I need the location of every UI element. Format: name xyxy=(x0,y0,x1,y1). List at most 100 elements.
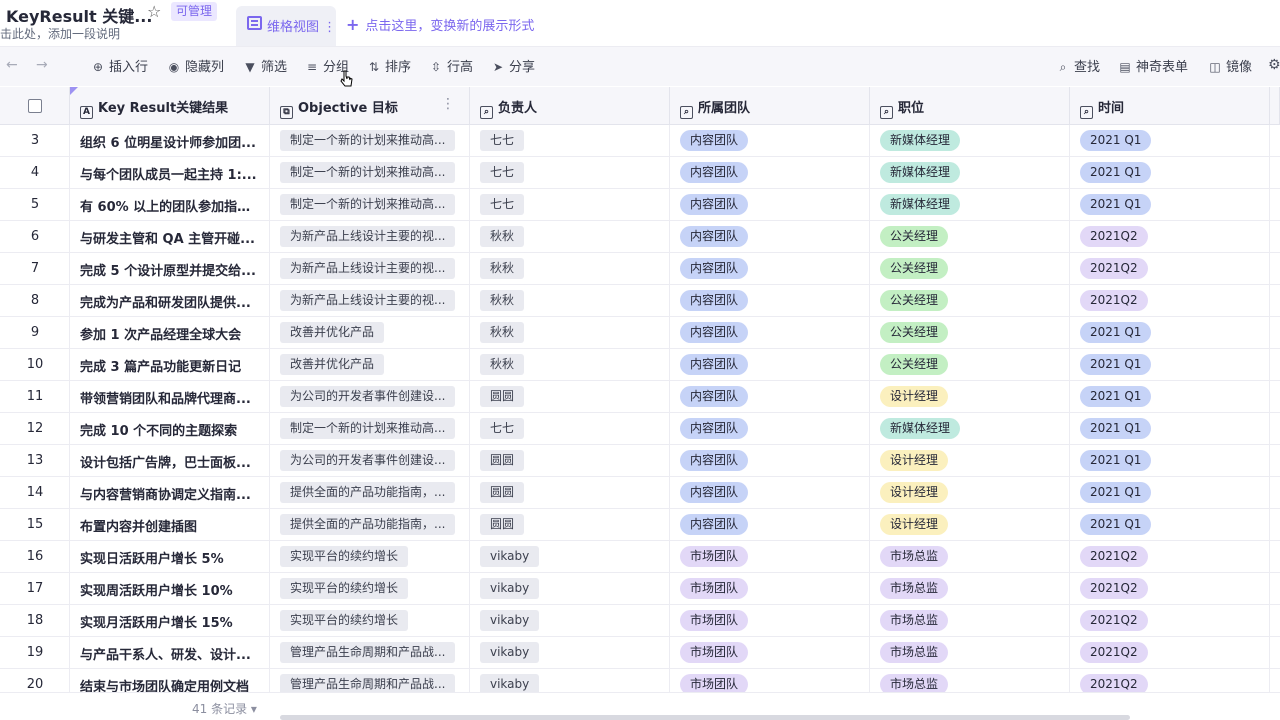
cell-kr[interactable]: 完成为产品和研发团队提供... xyxy=(70,285,270,316)
objective-link-tag[interactable]: 改善并优化产品 xyxy=(280,354,385,375)
cell-objective[interactable]: 制定一个新的计划来推动高... xyxy=(270,157,470,188)
table-row[interactable]: 17 实现周活跃用户增长 10% 实现平台的续约增长 vikaby 市场团队 市场总监 20… xyxy=(0,573,1280,605)
cell-objective[interactable]: 改善并优化产品 xyxy=(270,317,470,348)
add-view-button[interactable]: + 点击这里，变换新的展示形式 xyxy=(346,15,534,34)
cell-owner[interactable]: 秋秋 xyxy=(470,285,670,316)
cell-position[interactable]: 新媒体经理 xyxy=(870,125,1070,156)
sheet-description[interactable]: 击此处，添加一段说明 xyxy=(0,25,120,42)
cell-time[interactable]: 2021Q2 xyxy=(1070,541,1270,572)
cell-owner[interactable]: 圆圆 xyxy=(470,445,670,476)
objective-link-tag[interactable]: 提供全面的产品功能指南，... xyxy=(280,482,456,503)
cell-objective[interactable]: 为新产品上线设计主要的视... xyxy=(270,253,470,284)
cell-position[interactable]: 设计经理 xyxy=(870,445,1070,476)
cell-position[interactable]: 设计经理 xyxy=(870,381,1070,412)
cell-objective[interactable]: 管理产品生命周期和产品战... xyxy=(270,669,470,692)
objective-link-tag[interactable]: 为公司的开发者事件创建设... xyxy=(280,450,456,471)
cell-kr[interactable]: 带领营销团队和品牌代理商... xyxy=(70,381,270,412)
cell-kr[interactable]: 完成 10 个不同的主题探索 xyxy=(70,413,270,444)
objective-link-tag[interactable]: 改善并优化产品 xyxy=(280,322,385,343)
cell-owner[interactable]: 七七 xyxy=(470,413,670,444)
cell-time[interactable]: 2021 Q1 xyxy=(1070,445,1270,476)
cell-kr[interactable]: 布置内容并创建插图 xyxy=(70,509,270,540)
cell-position[interactable]: 新媒体经理 xyxy=(870,157,1070,188)
cell-team[interactable]: 内容团队 xyxy=(670,445,870,476)
row-number-cell[interactable]: 6 xyxy=(0,221,70,252)
cell-team[interactable]: 内容团队 xyxy=(670,189,870,220)
cell-time[interactable]: 2021Q2 xyxy=(1070,605,1270,636)
cell-time[interactable]: 2021 Q1 xyxy=(1070,125,1270,156)
cell-team[interactable]: 市场团队 xyxy=(670,573,870,604)
cell-kr[interactable]: 实现周活跃用户增长 10% xyxy=(70,573,270,604)
row-number-cell[interactable]: 13 xyxy=(0,445,70,476)
row-number-cell[interactable]: 10 xyxy=(0,349,70,380)
row-number-cell[interactable]: 5 xyxy=(0,189,70,220)
cell-position[interactable]: 设计经理 xyxy=(870,477,1070,508)
column-more-icon[interactable]: ⋮ xyxy=(441,96,455,112)
cell-objective[interactable]: 制定一个新的计划来推动高... xyxy=(270,125,470,156)
cell-team[interactable]: 市场团队 xyxy=(670,541,870,572)
objective-link-tag[interactable]: 制定一个新的计划来推动高... xyxy=(280,418,456,439)
row-number-cell[interactable]: 7 xyxy=(0,253,70,284)
cell-owner[interactable]: vikaby xyxy=(470,541,670,572)
row-number-cell[interactable]: 16 xyxy=(0,541,70,572)
table-row[interactable]: 7 完成 5 个设计原型并提交给... 为新产品上线设计主要的视... 秋秋 内容团队 公… xyxy=(0,253,1280,285)
cell-owner[interactable]: 七七 xyxy=(470,189,670,220)
cell-position[interactable]: 市场总监 xyxy=(870,573,1070,604)
filter-button[interactable]: ▼ 筛选 xyxy=(243,57,287,77)
table-row[interactable]: 14 与内容营销商协调定义指南... 提供全面的产品功能指南，... 圆圆 内容团队 设计… xyxy=(0,477,1280,509)
table-row[interactable]: 3 组织 6 位明星设计师参加团... 制定一个新的计划来推动高... 七七 内容团队 新… xyxy=(0,125,1280,157)
row-number-cell[interactable]: 19 xyxy=(0,637,70,668)
cell-owner[interactable]: 秋秋 xyxy=(470,349,670,380)
table-row[interactable]: 16 实现日活跃用户增长 5% 实现平台的续约增长 vikaby 市场团队 市场总监 202… xyxy=(0,541,1280,573)
row-number-cell[interactable]: 20 xyxy=(0,669,70,692)
table-row[interactable]: 4 与每个团队成员一起主持 1:... 制定一个新的计划来推动高... 七七 内容团队 新… xyxy=(0,157,1280,189)
row-number-cell[interactable]: 12 xyxy=(0,413,70,444)
row-number-cell[interactable]: 3 xyxy=(0,125,70,156)
objective-link-tag[interactable]: 制定一个新的计划来推动高... xyxy=(280,130,456,151)
cell-position[interactable]: 公关经理 xyxy=(870,349,1070,380)
cell-team[interactable]: 内容团队 xyxy=(670,221,870,252)
cell-kr[interactable]: 实现月活跃用户增长 15% xyxy=(70,605,270,636)
column-header-time[interactable]: ⌕ 时间 xyxy=(1070,87,1270,124)
cell-objective[interactable]: 实现平台的续约增长 xyxy=(270,605,470,636)
cell-position[interactable]: 新媒体经理 xyxy=(870,189,1070,220)
cell-position[interactable]: 新媒体经理 xyxy=(870,413,1070,444)
sort-button[interactable]: ⇅ 排序 xyxy=(367,57,411,77)
cell-owner[interactable]: 秋秋 xyxy=(470,253,670,284)
cell-owner[interactable]: vikaby xyxy=(470,573,670,604)
row-number-cell[interactable]: 14 xyxy=(0,477,70,508)
cell-position[interactable]: 设计经理 xyxy=(870,509,1070,540)
objective-link-tag[interactable]: 制定一个新的计划来推动高... xyxy=(280,194,456,215)
cell-team[interactable]: 内容团队 xyxy=(670,285,870,316)
form-button[interactable]: ▤ 神奇表单 xyxy=(1118,57,1188,77)
cell-position[interactable]: 公关经理 xyxy=(870,221,1070,252)
column-header-owner[interactable]: ⌕ 负责人 xyxy=(470,87,670,124)
column-header-position[interactable]: ⌕ 职位 xyxy=(870,87,1070,124)
cell-team[interactable]: 内容团队 xyxy=(670,349,870,380)
insert-row-button[interactable]: ⊕ 插入行 xyxy=(91,57,148,77)
table-row[interactable]: 13 设计包括广告牌，巴士面板... 为公司的开发者事件创建设... 圆圆 内容团队 设计… xyxy=(0,445,1280,477)
cell-kr[interactable]: 有 60% 以上的团队参加指导... xyxy=(70,189,270,220)
cell-team[interactable]: 内容团队 xyxy=(670,253,870,284)
table-row[interactable]: 6 与研发主管和 QA 主管开碰... 为新产品上线设计主要的视... 秋秋 内容团队 公… xyxy=(0,221,1280,253)
cell-time[interactable]: 2021 Q1 xyxy=(1070,381,1270,412)
objective-link-tag[interactable]: 实现平台的续约增长 xyxy=(280,610,409,631)
cell-objective[interactable]: 实现平台的续约增长 xyxy=(270,541,470,572)
cell-kr[interactable]: 实现日活跃用户增长 5% xyxy=(70,541,270,572)
cell-owner[interactable]: 秋秋 xyxy=(470,221,670,252)
objective-link-tag[interactable]: 为新产品上线设计主要的视... xyxy=(280,290,456,311)
cell-kr[interactable]: 完成 5 个设计原型并提交给... xyxy=(70,253,270,284)
cell-time[interactable]: 2021 Q1 xyxy=(1070,477,1270,508)
cell-position[interactable]: 公关经理 xyxy=(870,285,1070,316)
cell-kr[interactable]: 与产品干系人、研发、设计... xyxy=(70,637,270,668)
row-number-cell[interactable]: 8 xyxy=(0,285,70,316)
cell-position[interactable]: 市场总监 xyxy=(870,669,1070,692)
table-row[interactable]: 18 实现月活跃用户增长 15% 实现平台的续约增长 vikaby 市场团队 市场总监 20… xyxy=(0,605,1280,637)
cell-time[interactable]: 2021Q2 xyxy=(1070,573,1270,604)
cell-team[interactable]: 内容团队 xyxy=(670,477,870,508)
cell-owner[interactable]: vikaby xyxy=(470,637,670,668)
cell-owner[interactable]: vikaby xyxy=(470,669,670,692)
tab-grid-view[interactable]: 维格视图 ⋮ xyxy=(236,6,336,46)
objective-link-tag[interactable]: 实现平台的续约增长 xyxy=(280,546,409,567)
cell-position[interactable]: 公关经理 xyxy=(870,317,1070,348)
